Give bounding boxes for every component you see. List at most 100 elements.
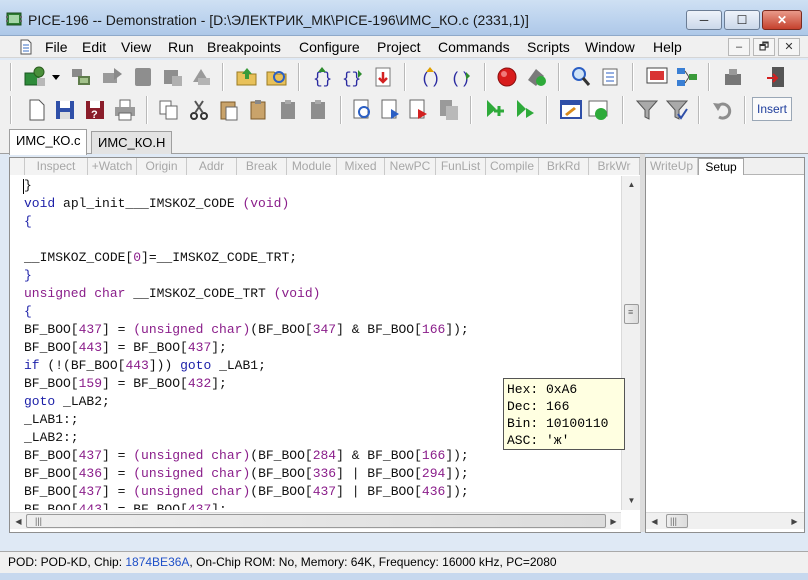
memory-grey-icon[interactable]: [130, 64, 156, 90]
mixed-button[interactable]: Mixed: [337, 158, 385, 175]
mdi-minimize-button[interactable]: –: [728, 38, 750, 56]
code-line[interactable]: BF_BOO[437] = (unsigned char)(BF_BOO[347…: [24, 322, 469, 340]
menu-project[interactable]: Project: [377, 39, 421, 55]
find-text-icon[interactable]: [350, 97, 376, 123]
code-line[interactable]: _LAB1:;: [24, 412, 79, 430]
save-as-icon[interactable]: ?: [82, 97, 108, 123]
code-line[interactable]: }: [24, 268, 32, 286]
close-button[interactable]: ✕: [762, 10, 802, 30]
tools-icon[interactable]: [720, 64, 746, 90]
clipboard-icon[interactable]: [246, 97, 272, 123]
menu-run[interactable]: Run: [168, 39, 194, 55]
insert-mode-button[interactable]: Insert: [752, 97, 792, 121]
chip-grey-icon[interactable]: [100, 64, 126, 90]
bookmark-add-icon[interactable]: [482, 97, 508, 123]
replace-icon[interactable]: [406, 97, 432, 123]
add-watch-button[interactable]: +Watch: [88, 158, 137, 175]
tab-imc-ko-c[interactable]: ИМС_КО.c: [9, 129, 88, 155]
folder-up-icon[interactable]: [234, 64, 260, 90]
code-editor[interactable]: } void apl_init___IMSKOZ_CODE (void){__IM…: [22, 178, 622, 510]
reset-grey-icon[interactable]: [188, 64, 214, 90]
tab-writeup[interactable]: WriteUp: [646, 158, 698, 175]
new-file-icon[interactable]: [24, 97, 50, 123]
code-line[interactable]: void apl_init___IMSKOZ_CODE (void): [24, 196, 289, 214]
find-next-icon[interactable]: [378, 97, 404, 123]
folder-refresh-icon[interactable]: [264, 64, 290, 90]
dropdown-arrow-icon[interactable]: [50, 64, 62, 90]
stop-icon[interactable]: [494, 64, 520, 90]
code-line[interactable]: }: [24, 178, 32, 196]
monitor-icon[interactable]: [644, 64, 670, 90]
save-icon[interactable]: [52, 97, 78, 123]
document-icon[interactable]: [18, 39, 34, 55]
network-icon[interactable]: [674, 64, 700, 90]
hscroll-thumb[interactable]: |||: [26, 514, 606, 528]
mdi-close-button[interactable]: ✕: [778, 38, 800, 56]
edit-window-icon[interactable]: [558, 97, 584, 123]
menu-view[interactable]: View: [121, 39, 151, 55]
menu-commands[interactable]: Commands: [438, 39, 510, 55]
code-line[interactable]: _LAB2:;: [24, 430, 79, 448]
paste-icon[interactable]: [216, 97, 242, 123]
compile-button[interactable]: Compile: [486, 158, 539, 175]
break-button[interactable]: Break: [237, 158, 287, 175]
print-icon[interactable]: [112, 97, 138, 123]
code-line[interactable]: BF_BOO[443] = BF_BOO[437];: [24, 340, 227, 358]
code-line[interactable]: if (!(BF_BOO[443])) goto _LAB1;: [24, 358, 266, 376]
animate-icon[interactable]: (): [418, 64, 444, 90]
origin-button[interactable]: Origin: [137, 158, 187, 175]
chip-config-icon[interactable]: [68, 64, 94, 90]
funlist-button[interactable]: FunList: [436, 158, 486, 175]
filter-check-icon[interactable]: [664, 97, 690, 123]
scroll-right-arrow-icon[interactable]: ▶: [788, 515, 801, 528]
bookmark-next-icon[interactable]: [512, 97, 538, 123]
copy-icon[interactable]: [156, 97, 182, 123]
scroll-down-arrow-icon[interactable]: ▼: [625, 494, 638, 507]
undo-icon[interactable]: [710, 97, 736, 123]
settings-window-icon[interactable]: [586, 97, 612, 123]
menu-scripts[interactable]: Scripts: [527, 39, 570, 55]
brkwr-button[interactable]: BrkWr: [589, 158, 640, 175]
scroll-thumb[interactable]: ≡: [624, 304, 639, 324]
replace-grey-icon[interactable]: [436, 97, 462, 123]
maximize-button[interactable]: ☐: [724, 10, 760, 30]
code-line[interactable]: unsigned char __IMSKOZ_CODE_TRT (void): [24, 286, 320, 304]
mdi-restore-button[interactable]: 🗗: [753, 38, 775, 56]
code-line[interactable]: {: [24, 304, 32, 322]
code-line[interactable]: BF_BOO[437] = (unsigned char)(BF_BOO[437…: [24, 484, 469, 502]
menu-file[interactable]: File: [45, 39, 68, 55]
code-line[interactable]: BF_BOO[436] = (unsigned char)(BF_BOO[336…: [24, 466, 469, 484]
menu-breakpoints[interactable]: Breakpoints: [207, 39, 281, 55]
step-out-icon[interactable]: [370, 64, 396, 90]
run-to-cursor-icon[interactable]: (): [448, 64, 474, 90]
code-line[interactable]: goto _LAB2;: [24, 394, 110, 412]
inspect-button[interactable]: Inspect: [25, 158, 88, 175]
hscroll-thumb[interactable]: |||: [666, 514, 688, 528]
go-icon[interactable]: [524, 64, 550, 90]
code-line[interactable]: __IMSKOZ_CODE[0]=__IMSKOZ_CODE_TRT;: [24, 250, 297, 268]
menu-configure[interactable]: Configure: [299, 39, 360, 55]
code-line[interactable]: BF_BOO[443] = BF_BOO[437];: [24, 502, 227, 510]
code-vertical-scrollbar[interactable]: ▲ ≡ ▼: [621, 176, 640, 510]
code-line[interactable]: {: [24, 214, 32, 232]
menu-help[interactable]: Help: [653, 39, 682, 55]
cut-icon[interactable]: [186, 97, 212, 123]
setup-horizontal-scrollbar[interactable]: ◀ ||| ▶: [646, 512, 804, 529]
menu-window[interactable]: Window: [585, 39, 635, 55]
module-grey-icon[interactable]: [160, 64, 186, 90]
addr-button[interactable]: Addr: [187, 158, 237, 175]
find-icon[interactable]: [568, 64, 594, 90]
watch-list-icon[interactable]: [598, 64, 624, 90]
code-line[interactable]: BF_BOO[159] = BF_BOO[432];: [24, 376, 227, 394]
step-into-icon[interactable]: {}: [310, 64, 336, 90]
exit-icon[interactable]: [764, 64, 790, 90]
scroll-up-arrow-icon[interactable]: ▲: [625, 178, 638, 191]
scroll-right-arrow-icon[interactable]: ▶: [607, 515, 620, 528]
scroll-left-arrow-icon[interactable]: ◀: [12, 515, 25, 528]
load-program-icon[interactable]: [22, 64, 48, 90]
tab-imc-ko-h[interactable]: ИМС_КО.H: [91, 131, 173, 154]
module-button[interactable]: Module: [287, 158, 337, 175]
minimize-button[interactable]: ─: [686, 10, 722, 30]
code-horizontal-scrollbar[interactable]: ◀ ||| ▶: [10, 512, 621, 529]
clipboard-grey-icon[interactable]: [276, 97, 302, 123]
